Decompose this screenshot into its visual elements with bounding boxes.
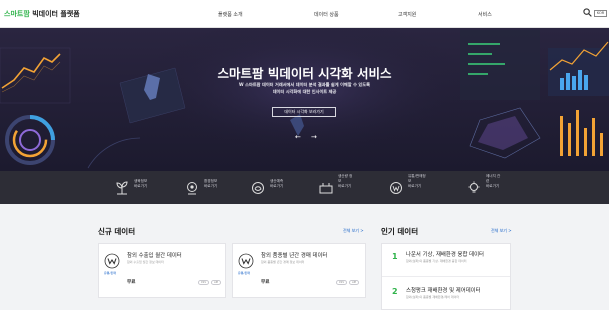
page: 스마트팜 빅데이터 플랫폼 플랫폼 소개 데이터 상품 고객지원 서비스 KOR: [0, 0, 609, 310]
next-slide-arrow-icon[interactable]: →: [311, 133, 317, 141]
service-yield-forecast-label: 생산예측 바로가기: [270, 179, 283, 189]
service-label-line: 바로가기: [486, 184, 500, 188]
data-price: 무료: [127, 280, 136, 285]
popular-data-list: 1 나운서 기상, 재배환경 융합 데이터 참외(설파)의 품종별 기상, 재배…: [381, 243, 511, 310]
data-provider-w-icon: [238, 253, 254, 269]
data-description: 참외 수출입 월간 정보 데이터: [127, 260, 164, 264]
popular-data-title: 인기 데이터: [381, 227, 419, 236]
language-button[interactable]: KOR: [594, 10, 607, 17]
format-badge-api: API: [211, 280, 221, 285]
hero-banner: 스마트팜 빅데이터 시각화 서비스 W 스마트팜 데이터 거래서에서 데이터 분…: [0, 28, 609, 171]
service-growth-label: 생육정보 바로가기: [134, 179, 147, 189]
popular-rank: 2: [392, 287, 398, 296]
new-data-title: 신규 데이터: [98, 227, 136, 236]
data-description: 참외 품종별 년간 경매 정보 데이터: [261, 260, 305, 264]
service-label-line: 바로가기: [204, 184, 218, 188]
popular-data-title-text: 스청펑크 재배환경 및 제어데이터: [406, 288, 481, 294]
view-visualization-button[interactable]: 데이터 시각화 보러가기: [272, 107, 336, 117]
format-badge-csv: CSV: [336, 280, 347, 285]
data-provider-w-icon: [104, 253, 120, 269]
nav-item-data-products[interactable]: 데이터 상품: [314, 11, 339, 18]
sprout-icon: [116, 181, 128, 195]
environment-icon: [187, 182, 197, 195]
data-price: 무료: [261, 280, 270, 285]
yield-forecast-icon: [252, 182, 264, 194]
data-category: 유통/판매: [104, 271, 117, 275]
energy-icon: [468, 181, 480, 193]
top-header: 스마트팜 빅데이터 플랫폼 플랫폼 소개 데이터 상품 고객지원 서비스 KOR: [0, 0, 609, 28]
distribution-icon: [390, 182, 402, 194]
logo-brand: 스마트팜: [4, 10, 30, 18]
search-icon[interactable]: [583, 8, 592, 17]
popular-data-item[interactable]: 1 나운서 기상, 재배환경 융합 데이터 참외(설파)의 품종별 기상, 재배…: [382, 244, 510, 277]
service-distribution-label: 유통/판매정 보 바로가기: [408, 174, 426, 189]
service-environment-label: 환경정보 바로가기: [204, 179, 217, 189]
hero-illustration: [0, 28, 609, 169]
prev-slide-arrow-icon[interactable]: ←: [295, 133, 301, 141]
format-badge-csv: CSV: [198, 280, 209, 285]
popular-rank: 1: [392, 252, 398, 261]
service-shortcut-bar: 생육정보 바로가기 환경정보 바로가기 생산예측 바로가기 생산량 정 보 바로…: [0, 171, 609, 204]
nav-item-platform[interactable]: 플랫폼 소개: [218, 11, 243, 18]
popular-data-description: 참외(설파)의 품종별 재배환경/제어 데이터: [406, 295, 460, 299]
popular-data-item[interactable]: 2 스청펑크 재배환경 및 제어데이터 참외(설파)의 품종별 재배환경/제어 …: [382, 278, 510, 309]
popular-data-description: 참외(설파)의 품종별 기상, 재배환경 융합 데이터: [406, 259, 467, 263]
data-title: 참외 수출입 월간 데이터: [127, 253, 182, 259]
popular-data-view-all-link[interactable]: 전체 보기 >: [491, 228, 512, 234]
nav-item-support[interactable]: 고객지원: [398, 11, 416, 18]
logo-text: 빅데이터 플랫폼: [29, 10, 80, 18]
service-label-line: 바로가기: [408, 184, 422, 188]
service-production-label: 생산량 정 보 바로가기: [338, 174, 352, 189]
hero-title: 스마트팜 빅데이터 시각화 서비스: [217, 66, 392, 81]
nav-item-services[interactable]: 서비스: [478, 11, 492, 18]
new-data-view-all-link[interactable]: 전체 보기 >: [343, 228, 364, 234]
service-energy-label: 에너지 관 련 바로가기: [486, 174, 500, 189]
format-badge-api: API: [349, 280, 359, 285]
new-data-card[interactable]: 유통/판매 참외 품종별 년간 경매 데이터 참외 품종별 년간 경매 정보 데…: [232, 243, 366, 298]
service-label-line: 바로가기: [270, 184, 284, 188]
data-category: 유통/판매: [238, 271, 251, 275]
service-label-line: 바로가기: [134, 184, 148, 188]
popular-data-title-text: 나운서 기상, 재배환경 융합 데이터: [406, 252, 484, 258]
hero-subtitle-line2: 데이터 시각화에 대한 인사이트 제공: [272, 89, 337, 94]
new-data-card[interactable]: 유통/판매 참외 수출입 월간 데이터 참외 수출입 월간 정보 데이터 무료 …: [98, 243, 226, 298]
service-label-line: 바로가기: [338, 184, 352, 188]
hero-subtitle-line1: W 스마트팜 데이터 거래서에서 데이터 분석 결과를 쉽게 이해할 수 있도록: [239, 82, 370, 87]
data-title: 참외 품종별 년간 경매 데이터: [261, 253, 328, 259]
production-cost-icon: [319, 183, 333, 194]
site-logo[interactable]: 스마트팜 빅데이터 플랫폼: [4, 9, 80, 19]
